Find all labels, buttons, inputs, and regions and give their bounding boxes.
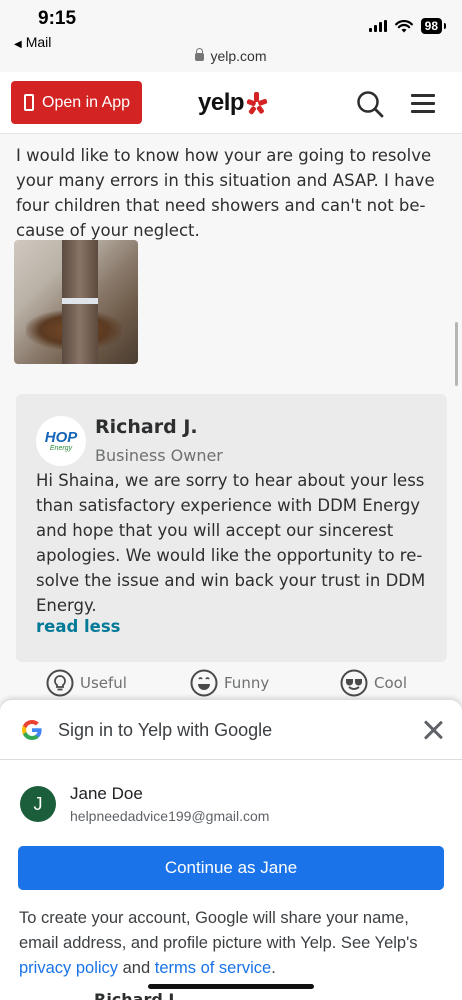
open-in-app-button[interactable]: Open in App <box>11 81 142 124</box>
lightbulb-icon <box>46 669 74 697</box>
next-reviewer-name: Richard J. <box>94 990 181 1000</box>
google-signin-disclaimer: To create your account, Google will shar… <box>19 906 449 981</box>
review-photo[interactable] <box>14 240 138 364</box>
account-name: Jane Doe <box>70 784 143 803</box>
cool-button[interactable]: Cool <box>340 669 407 697</box>
funny-button[interactable]: Funny <box>190 669 269 697</box>
terms-of-service-link[interactable]: terms of service <box>155 959 271 977</box>
business-logo-subtext: Energy <box>49 445 73 452</box>
address-bar[interactable]: yelp.com <box>0 48 462 64</box>
review-text: I would like to know how your are going … <box>16 146 435 240</box>
sunglasses-icon <box>340 669 368 697</box>
close-icon[interactable] <box>423 720 443 740</box>
business-logo: HOP Energy <box>36 416 86 466</box>
hamburger-menu-icon[interactable] <box>411 94 435 118</box>
status-icons: 98 <box>368 18 447 34</box>
google-signin-sheet: Sign in to Yelp with Google J Jane Doe h… <box>0 700 462 1000</box>
battery-icon: 98 <box>420 18 447 34</box>
google-g-icon <box>22 720 42 740</box>
google-signin-title: Sign in to Yelp with Google <box>58 720 273 740</box>
yelp-logo-text: yelp <box>198 89 245 116</box>
useful-button[interactable]: Useful <box>46 669 127 697</box>
owner-reply-text: Hi Shaina, we are sorry to hear about yo… <box>36 471 426 615</box>
continue-as-button[interactable]: Continue as Jane <box>18 846 444 890</box>
lock-icon <box>195 48 205 61</box>
cool-label: Cool <box>374 674 407 692</box>
signal-icon <box>368 20 387 32</box>
useful-label: Useful <box>80 674 127 692</box>
yelp-burst-icon <box>246 92 268 115</box>
phone-icon <box>24 94 34 111</box>
disclaimer-text: To create your account, Google will shar… <box>19 909 418 952</box>
yelp-header: Open in App yelp <box>0 72 462 134</box>
disclaimer-end: . <box>271 959 276 977</box>
account-email: helpneedadvice199@gmail.com <box>70 808 270 824</box>
business-owner-reply: HOP Energy Richard J. Business Owner Hi … <box>16 394 447 662</box>
avatar: J <box>20 786 56 822</box>
wifi-icon <box>394 19 413 32</box>
funny-label: Funny <box>224 674 270 692</box>
status-time: 9:15 <box>38 8 77 29</box>
owner-name[interactable]: Richard J. <box>95 416 198 438</box>
business-logo-text: HOP <box>44 429 78 446</box>
google-signin-header: Sign in to Yelp with Google <box>0 700 462 760</box>
read-less-link[interactable]: read less <box>36 617 121 636</box>
yelp-logo[interactable]: yelp <box>198 89 268 117</box>
page-scrollbar[interactable] <box>455 322 458 386</box>
privacy-policy-link[interactable]: privacy policy <box>19 959 118 977</box>
search-icon[interactable] <box>356 90 384 118</box>
status-bar: 9:15 ◀ Mail 98 yelp.com <box>0 0 462 72</box>
smile-icon <box>190 669 218 697</box>
review-reactions: Useful Funny Cool <box>0 666 462 702</box>
open-in-app-label: Open in App <box>42 93 131 111</box>
home-indicator[interactable] <box>148 984 314 989</box>
owner-role: Business Owner <box>95 446 223 465</box>
url-text: yelp.com <box>210 48 267 64</box>
disclaimer-and: and <box>118 959 155 977</box>
